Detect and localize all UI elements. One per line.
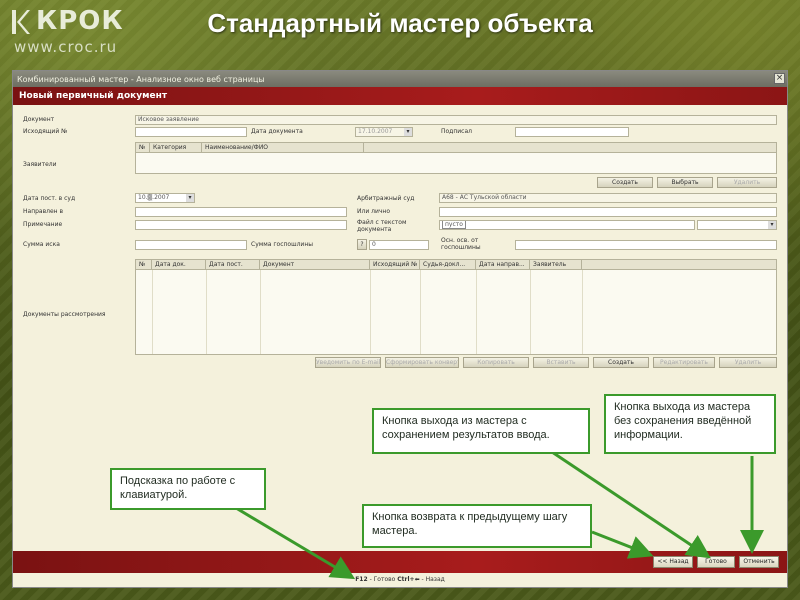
grid-divider <box>260 270 261 354</box>
arbitration-label: Арбитражный суд <box>357 195 415 202</box>
paste-button[interactable]: Вставить <box>533 357 589 368</box>
keyboard-hint-bar: F12 - Готово Ctrl+⬅ - Назад <box>13 573 787 587</box>
review-col-num[interactable]: № <box>136 260 152 269</box>
review-grid-header: № Дата док. Дата пост. Документ Исходящи… <box>136 260 776 270</box>
nav-bar: << Назад Готово Отменить <box>13 551 787 573</box>
arbitration-court-field[interactable]: А68 - АС Тульской области <box>439 193 777 203</box>
court-date-field[interactable]: 10.▒.2007 ▾ <box>135 193 195 203</box>
grid-divider <box>152 270 153 354</box>
doc-header: Новый первичный документ <box>13 87 787 105</box>
hint-key-ctrl-left: Ctrl+⬅ <box>397 576 420 583</box>
grid-divider <box>530 270 531 354</box>
hint-key-f12: F12 <box>355 576 368 583</box>
applicants-grid[interactable]: № Категория Наименование/ФИО <box>135 142 777 174</box>
text-file-value: пусто <box>442 221 466 229</box>
cancel-button[interactable]: Отменить <box>739 556 779 568</box>
applicants-col-name[interactable]: Наименование/ФИО <box>202 143 364 152</box>
duty-help-button[interactable]: ? <box>357 239 367 250</box>
grid-divider <box>582 270 583 354</box>
text-file-select[interactable]: ▾ <box>697 220 777 230</box>
outgoing-label: Исходящий № <box>23 128 68 135</box>
callout-nosave-exit: Кнопка выхода из мастера без сохранения … <box>604 394 776 454</box>
doc-date-field[interactable]: 17.10.2007 ▾ <box>355 127 413 137</box>
review-col-recv-date[interactable]: Дата пост. <box>206 260 260 269</box>
grid-divider <box>206 270 207 354</box>
duty-sum-label: Сумма госпошлины <box>251 241 313 248</box>
done-button[interactable]: Готово <box>697 556 735 568</box>
grid-divider <box>420 270 421 354</box>
applicants-col-num[interactable]: № <box>136 143 150 152</box>
wizard-bottom-bar: << Назад Готово Отменить F12 - Готово Ct… <box>13 551 787 587</box>
claim-sum-field[interactable] <box>135 240 247 250</box>
applicants-select-button[interactable]: Выбрать <box>657 177 713 188</box>
exempt-label: Осн. осв. от госпошлины <box>441 237 481 251</box>
review-col-sent-date[interactable]: Дата направ... <box>476 260 530 269</box>
doc-date-label: Дата документа <box>251 128 303 135</box>
make-envelope-button[interactable]: Сформировать конверт <box>385 357 459 368</box>
hint-text-done: - Готово <box>367 576 398 583</box>
window-title: Комбинированный мастер - Анализное окно … <box>17 74 265 84</box>
review-create-button[interactable]: Создать <box>593 357 649 368</box>
doc-date-value: 17.10.2007 <box>358 128 393 135</box>
copy-button[interactable]: Копировать <box>463 357 529 368</box>
signed-field[interactable] <box>515 127 629 137</box>
edit-button[interactable]: Редактировать <box>653 357 715 368</box>
applicants-create-button[interactable]: Создать <box>597 177 653 188</box>
text-file-label: Файл с текстом документа <box>357 219 407 233</box>
duty-sum-field[interactable]: 0 <box>369 240 429 250</box>
review-col-doc-date[interactable]: Дата док. <box>152 260 206 269</box>
slide-title: Стандартный мастер объекта <box>207 8 593 38</box>
grid-divider <box>370 270 371 354</box>
review-col-applicant[interactable]: Заявитель <box>530 260 582 269</box>
directed-label: Направлен в <box>23 208 64 215</box>
outgoing-number-field[interactable] <box>135 127 247 137</box>
document-label: Документ <box>23 116 55 123</box>
court-date-label: Дата пост. в суд <box>23 195 76 202</box>
chevron-down-icon[interactable]: ▾ <box>186 194 194 202</box>
logo-url: www.croc.ru <box>14 38 118 56</box>
doc-title: Новый первичный документ <box>19 91 168 101</box>
text-file-field[interactable]: пусто <box>439 220 695 230</box>
callout-save-exit: Кнопка выхода из мастера с сохранением р… <box>372 408 590 454</box>
notify-email-button[interactable]: Уведомить по E-mail <box>315 357 381 368</box>
document-field[interactable]: Исковое заявление <box>135 115 777 125</box>
close-icon[interactable]: × <box>774 73 785 84</box>
hint-text-back: - Назад <box>419 576 445 583</box>
claim-sum-label: Сумма иска <box>23 241 60 248</box>
or-personally-field[interactable] <box>439 207 777 217</box>
callout-keyboard-hint: Подсказка по работе с клавиатурой. <box>110 468 266 510</box>
review-col-outgoing[interactable]: Исходящий № <box>370 260 420 269</box>
chevron-down-icon[interactable]: ▾ <box>768 221 776 229</box>
applicants-grid-header: № Категория Наименование/ФИО <box>136 143 776 153</box>
back-button[interactable]: << Назад <box>653 556 693 568</box>
review-col-document[interactable]: Документ <box>260 260 370 269</box>
note-field[interactable] <box>135 220 347 230</box>
review-docs-label: Документы рассмотрения <box>23 311 106 318</box>
exempt-field[interactable] <box>515 240 777 250</box>
review-col-judge[interactable]: Судья-докл... <box>420 260 476 269</box>
window-titlebar: Комбинированный мастер - Анализное окно … <box>13 71 787 87</box>
applicants-delete-button[interactable]: Удалить <box>717 177 777 188</box>
review-delete-button[interactable]: Удалить <box>719 357 777 368</box>
review-docs-grid[interactable]: № Дата док. Дата пост. Документ Исходящи… <box>135 259 777 355</box>
chevron-down-icon[interactable]: ▾ <box>404 128 412 136</box>
applicants-label: Заявители <box>23 161 57 168</box>
signed-label: Подписал <box>441 128 472 135</box>
callout-back-button: Кнопка возврата к предыдущему шагу масте… <box>362 504 592 548</box>
or-personally-label: Или лично <box>357 208 391 215</box>
directed-field[interactable] <box>135 207 347 217</box>
note-label: Примечание <box>23 221 63 228</box>
applicants-col-category[interactable]: Категория <box>150 143 202 152</box>
court-date-value: 10.▒.2007 <box>138 194 170 201</box>
grid-divider <box>476 270 477 354</box>
